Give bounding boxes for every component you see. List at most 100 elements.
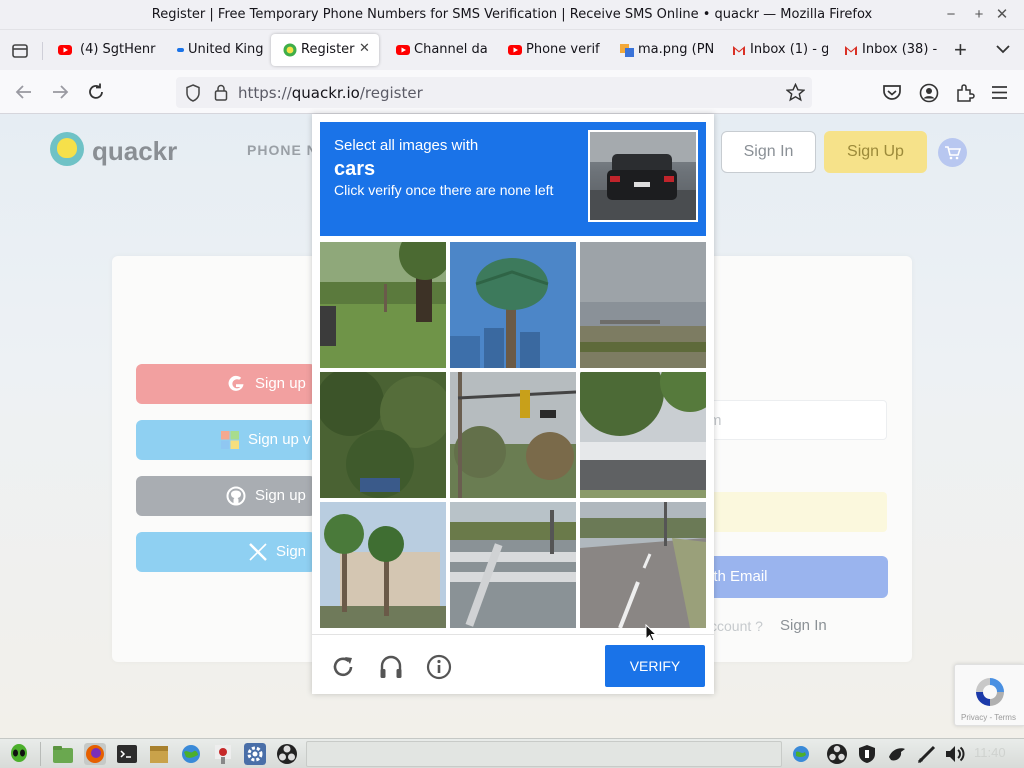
header-sign-in-button[interactable]: Sign In xyxy=(721,131,816,173)
account-icon[interactable] xyxy=(919,83,939,103)
gmail-icon xyxy=(733,46,745,55)
forward-icon[interactable] xyxy=(50,82,70,102)
quackr-icon xyxy=(283,43,297,57)
firefox-view-icon[interactable] xyxy=(11,42,29,60)
alien-menu-icon[interactable] xyxy=(8,743,30,765)
tab-label: Register xyxy=(301,42,355,57)
refresh-icon[interactable] xyxy=(330,654,356,680)
microsoft-icon xyxy=(221,431,239,449)
tab-register[interactable]: Register ✕ xyxy=(271,34,379,66)
youtube-icon xyxy=(396,45,410,55)
obs-icon[interactable] xyxy=(276,743,298,765)
social-label: Sign up xyxy=(255,487,306,504)
captcha-tile[interactable] xyxy=(450,242,576,368)
extensions-icon[interactable] xyxy=(955,83,975,103)
tab-image[interactable]: ma.png (PN xyxy=(608,34,716,66)
close-window-button[interactable]: ✕ xyxy=(992,5,1012,25)
captcha-tile[interactable] xyxy=(450,502,576,628)
captcha-tile[interactable] xyxy=(450,372,576,498)
car-icon xyxy=(590,132,696,220)
taskbar-separator xyxy=(40,742,41,766)
tab-label: ma.png (PN xyxy=(638,42,715,57)
youtube-icon xyxy=(58,45,72,55)
screenshot-tool-icon[interactable] xyxy=(212,743,234,765)
github-signup-button[interactable]: Sign up xyxy=(136,476,316,516)
google-signup-button[interactable]: Sign up xyxy=(136,364,316,404)
bird-tray-icon[interactable] xyxy=(886,743,908,765)
microsoft-signup-button[interactable]: Sign up v xyxy=(136,420,316,460)
taskbar-window-list[interactable] xyxy=(306,741,782,767)
tab-youtube-phone[interactable]: Phone verif xyxy=(496,34,600,66)
tracking-shield-icon[interactable] xyxy=(185,84,201,102)
sign-up-with-email-button[interactable]: ith Email xyxy=(700,556,888,598)
window-titlebar: Register | Free Temporary Phone Numbers … xyxy=(0,0,1024,30)
google-icon xyxy=(228,375,244,391)
recaptcha-note: Privacy - Terms xyxy=(961,713,1016,722)
pen-tray-icon[interactable] xyxy=(916,743,938,765)
volume-icon[interactable] xyxy=(944,743,966,765)
taskbar xyxy=(0,738,1024,768)
captcha-tile[interactable] xyxy=(320,502,446,628)
captcha-tile[interactable] xyxy=(580,242,706,368)
cart-icon xyxy=(945,146,961,160)
captcha-tile[interactable] xyxy=(580,502,706,628)
back-icon[interactable] xyxy=(14,82,34,102)
maximize-button[interactable]: + xyxy=(969,5,989,25)
site-logo-text[interactable]: quackr xyxy=(92,136,177,167)
tab-label: Phone verif xyxy=(526,42,600,57)
audio-challenge-icon[interactable] xyxy=(378,654,404,680)
gmail-icon xyxy=(845,46,857,55)
site-icon xyxy=(177,48,184,52)
have-account-text: ccount ? xyxy=(710,618,763,634)
tab-separator xyxy=(42,42,43,60)
captcha-tile[interactable] xyxy=(320,242,446,368)
terminal-icon[interactable] xyxy=(116,743,138,765)
duck-icon xyxy=(57,138,77,158)
tab-label: Inbox (1) - g xyxy=(750,42,828,57)
captcha-target: cars xyxy=(334,158,376,180)
firefox-icon[interactable] xyxy=(84,743,106,765)
menu-icon[interactable] xyxy=(991,85,1008,100)
taskbar-clock[interactable]: 11:40 xyxy=(974,745,1006,760)
tab-label: Inbox (38) - xyxy=(862,42,938,57)
settings-gear-icon[interactable] xyxy=(244,743,266,765)
tab-bar: (4) SgtHenr United King Register ✕ Chann… xyxy=(0,30,1024,70)
tab-youtube-channel[interactable]: Channel da xyxy=(384,34,488,66)
verify-button[interactable]: VERIFY xyxy=(605,645,705,687)
archive-icon[interactable] xyxy=(148,743,170,765)
obs-tray-icon[interactable] xyxy=(826,743,848,765)
info-icon[interactable] xyxy=(426,654,452,680)
captcha-instruction: Click verify once there are none left xyxy=(334,182,554,198)
minimize-button[interactable]: − xyxy=(941,5,961,25)
image-icon xyxy=(620,44,634,57)
new-tab-icon[interactable]: + xyxy=(954,37,967,63)
nav-phone-numbers-link[interactable]: PHONE N xyxy=(247,142,318,158)
tab-list-chevron-icon[interactable] xyxy=(996,44,1010,54)
recaptcha-badge[interactable]: Privacy - Terms xyxy=(954,664,1024,726)
lock-icon[interactable] xyxy=(214,84,228,101)
captcha-tile[interactable] xyxy=(580,372,706,498)
pocket-icon[interactable] xyxy=(882,84,902,102)
tab-gmail-1[interactable]: Inbox (1) - g xyxy=(720,34,828,66)
network-globe-icon[interactable] xyxy=(180,743,202,765)
tab-label: Channel da xyxy=(414,42,488,57)
file-manager-icon[interactable] xyxy=(52,743,74,765)
form-sign-in-link[interactable]: Sign In xyxy=(780,617,827,634)
youtube-icon xyxy=(508,45,522,55)
social-label: Sign up v xyxy=(248,431,311,448)
header-sign-up-button[interactable]: Sign Up xyxy=(824,131,927,173)
tab-gmail-38[interactable]: Inbox (38) - xyxy=(832,34,942,66)
tab-youtube-sgthenr[interactable]: (4) SgtHenr xyxy=(46,34,158,66)
captcha-tile[interactable] xyxy=(320,372,446,498)
cart-button[interactable] xyxy=(938,138,967,167)
password-field[interactable] xyxy=(700,492,887,532)
shield-tray-icon[interactable] xyxy=(856,743,878,765)
network-tray-icon[interactable] xyxy=(790,743,812,765)
url-text[interactable]: https://quackr.io/register xyxy=(238,84,423,102)
x-signup-button[interactable]: Sign xyxy=(136,532,316,572)
bookmark-star-icon[interactable] xyxy=(786,83,805,102)
close-tab-icon[interactable]: ✕ xyxy=(359,41,370,56)
reload-icon[interactable] xyxy=(86,82,106,102)
email-field[interactable]: m xyxy=(700,400,887,440)
tab-united-king[interactable]: United King xyxy=(162,34,266,66)
